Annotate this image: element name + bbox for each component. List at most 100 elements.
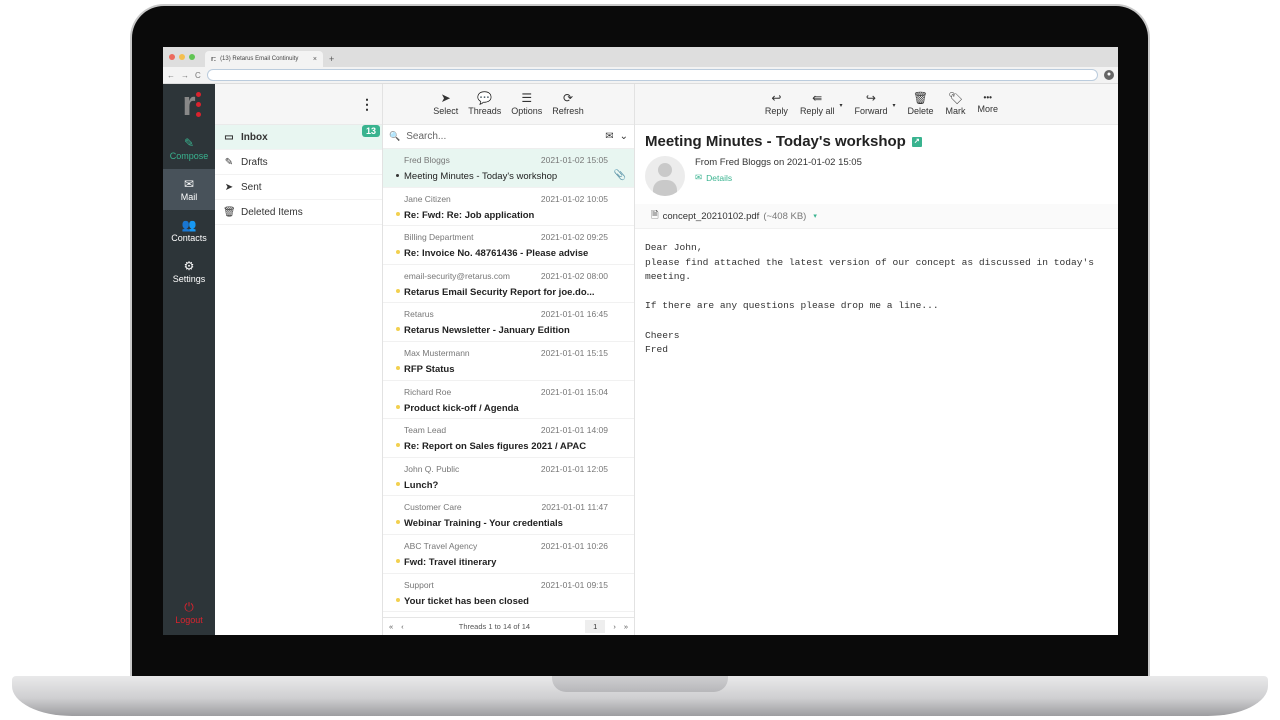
message-subject: Retarus Newsletter - January Edition — [404, 325, 570, 337]
message-date: 2021-01-01 11:47 — [541, 502, 608, 513]
message-row[interactable]: Richard Roe 2021-01-01 15:04 Product kick-… — [383, 381, 634, 420]
forward-icon[interactable]: → — [181, 71, 189, 80]
message-date: 2021-01-01 09:15 — [540, 579, 608, 590]
gear-icon: ⚙ — [183, 258, 195, 273]
chevron-down-icon[interactable]: ⌄ — [620, 131, 628, 142]
favicon-icon: r: — [211, 55, 217, 63]
unread-dot-icon — [396, 481, 400, 486]
laptop-notch — [552, 676, 728, 692]
power-icon: ⏻ — [184, 599, 194, 614]
read-dot-icon — [396, 174, 399, 177]
rail-item-compose[interactable]: ✎ Compose — [163, 128, 215, 169]
url-input[interactable] — [206, 69, 1098, 81]
message-subject: Product kick-off / Agenda — [404, 402, 519, 414]
close-window-button[interactable] — [169, 54, 175, 60]
caret-down-icon[interactable]: ▾ — [892, 102, 895, 109]
more-dots-icon: ••• — [983, 93, 992, 102]
kebab-menu-icon[interactable]: ⋮ — [360, 96, 374, 113]
message-date: 2021-01-01 12:05 — [540, 463, 608, 474]
refresh-button[interactable]: ⟳ Refresh — [552, 92, 584, 116]
more-button[interactable]: ••• More — [977, 93, 998, 115]
message-row[interactable]: ABC Travel Agency 2021-01-01 10:26 Fwd: Tr… — [383, 535, 634, 574]
message-row[interactable]: Customer Care 2021-01-01 11:47 Webinar Tra… — [383, 496, 634, 535]
message-row[interactable]: Jane Citizen 2021-01-02 10:05 Re: Fwd: Re:… — [383, 188, 634, 227]
caret-down-icon[interactable]: ▾ — [839, 102, 842, 109]
folder-pane-header: ⋮ — [215, 84, 382, 125]
message-sender: Team Lead — [404, 425, 447, 436]
minimize-window-button[interactable] — [179, 54, 185, 60]
open-external-icon[interactable]: ↗ — [911, 136, 922, 147]
address-bar-row: ← → C ● — [163, 67, 1118, 84]
message-date: 2021-01-01 15:04 — [540, 386, 608, 397]
message-subject: Lunch? — [404, 479, 439, 491]
screen: r: (13) Retarus Email Continuity × + ← →… — [163, 47, 1118, 635]
envelope-filter-icon[interactable]: ✉ — [605, 131, 613, 142]
options-button[interactable]: ☰ Options — [511, 92, 542, 116]
rail-item-mail[interactable]: ✉ Mail — [163, 169, 215, 210]
search-input[interactable]: Search... — [406, 131, 599, 142]
next-page-button[interactable]: › — [613, 622, 616, 631]
threads-button[interactable]: 💬 Threads — [468, 92, 501, 116]
folder-inbox[interactable]: ▭ Inbox 13 — [215, 125, 382, 150]
message-subject: Re: Fwd: Re: Job application — [404, 209, 535, 221]
maximize-window-button[interactable] — [189, 54, 195, 60]
reload-icon[interactable]: C — [195, 71, 201, 80]
message-row[interactable]: Max Mustermann 2021-01-01 15:15 RFP Status — [383, 342, 634, 381]
message-date: 2021-01-01 10:26 — [540, 540, 608, 551]
details-link[interactable]: ✉ Details — [695, 172, 862, 183]
unread-dot-icon — [396, 520, 400, 525]
trash-icon: 🗑 — [912, 91, 929, 105]
unread-dot-icon — [396, 365, 400, 370]
rail-label: Mail — [180, 191, 198, 202]
message-row[interactable]: Fred Bloggs 2021-01-02 15:05 Meeting Minut… — [383, 149, 634, 188]
message-row[interactable]: Support 2021-01-01 09:15 Your ticket has b… — [383, 574, 634, 613]
profile-icon[interactable]: ● — [1104, 70, 1114, 80]
contacts-icon: 👥 — [181, 217, 197, 232]
message-sender: ABC Travel Agency — [404, 540, 478, 551]
paper-plane-icon: ➤ — [224, 181, 234, 193]
browser-tab[interactable]: r: (13) Retarus Email Continuity × — [205, 51, 323, 67]
page-number-input[interactable]: 1 — [585, 620, 606, 633]
folder-drafts[interactable]: ✎ Drafts — [215, 150, 382, 175]
folder-label: Sent — [241, 181, 262, 193]
first-page-button[interactable]: « — [389, 622, 393, 631]
close-tab-icon[interactable]: × — [313, 56, 317, 63]
forward-button[interactable]: ↪ Forward ▾ — [854, 92, 895, 116]
rail-item-contacts[interactable]: 👥 Contacts — [163, 210, 215, 251]
message-date: 2021-01-01 15:15 — [540, 347, 608, 358]
reply-button[interactable]: ↩ Reply — [765, 92, 788, 116]
caret-down-icon[interactable]: ▾ — [813, 212, 817, 220]
rail-item-settings[interactable]: ⚙ Settings — [163, 251, 215, 292]
message-row[interactable]: Team Lead 2021-01-01 14:09 Re: Report on S… — [383, 419, 634, 458]
rail-label: Logout — [175, 614, 203, 625]
prev-page-button[interactable]: ‹ — [401, 622, 404, 631]
unread-dot-icon — [396, 404, 400, 409]
message-subject: Re: Invoice No. 48761436 - Please advise — [404, 248, 589, 260]
pagination: « ‹ Threads 1 to 14 of 14 1 › » — [383, 617, 634, 635]
message-row[interactable]: email-security@retarus.com 2021-01-02 08:… — [383, 265, 634, 304]
message-body: Dear John, please find attached the late… — [645, 242, 1095, 356]
new-tab-button[interactable]: + — [329, 51, 334, 67]
attachment[interactable]: 🗎 concept_20210102.pdf (~408 KB) ▾ — [635, 204, 1118, 229]
mark-button[interactable]: 🏷 Mark — [945, 92, 965, 116]
tab-title: (13) Retarus Email Continuity — [220, 56, 299, 62]
message-rows: Fred Bloggs 2021-01-02 15:05 Meeting Minut… — [383, 149, 634, 617]
message-row[interactable]: Billing Department 2021-01-02 09:25 Re: In… — [383, 226, 634, 265]
reply-all-button[interactable]: ⇚ Reply all ▾ — [800, 92, 843, 116]
folder-deleted-items[interactable]: 🗑 Deleted Items — [215, 200, 382, 225]
last-page-button[interactable]: » — [624, 622, 628, 631]
message-row[interactable]: John Q. Public 2021-01-01 12:05 Lunch? — [383, 458, 634, 497]
back-icon[interactable]: ← — [167, 71, 175, 80]
logout-button[interactable]: ⏻ Logout — [163, 592, 215, 633]
message-date: 2021-01-02 15:05 — [540, 155, 608, 165]
folder-sent[interactable]: ➤ Sent — [215, 175, 382, 200]
mail-icon: ✉ — [183, 176, 195, 191]
trash-icon: 🗑 — [223, 206, 236, 218]
folder-label: Deleted Items — [241, 206, 303, 218]
message-sender: Retarus — [404, 309, 434, 320]
delete-button[interactable]: 🗑 Delete — [907, 92, 933, 116]
reply-icon: ↩ — [771, 91, 782, 105]
message-row[interactable]: Retarus 2021-01-01 16:45 Retarus Newslette… — [383, 303, 634, 342]
select-button[interactable]: ➤ Select — [433, 92, 458, 116]
message-subject: RFP Status — [404, 363, 455, 375]
